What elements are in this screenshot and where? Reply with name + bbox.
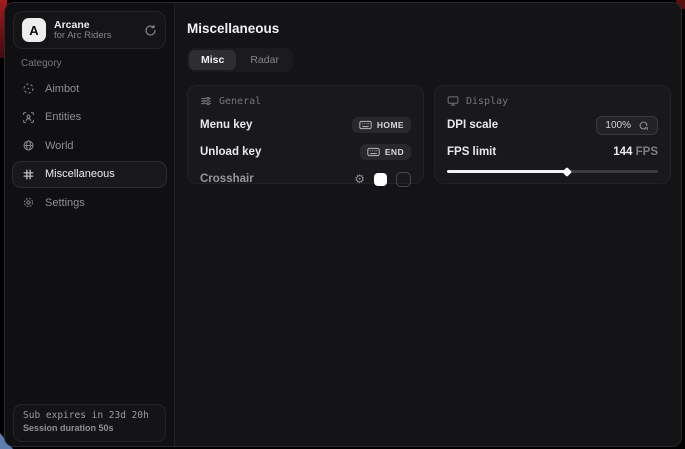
display-card: Display DPI scale 100% FPS limit — [434, 85, 671, 184]
app-title: Arcane — [54, 19, 136, 31]
target-icon — [22, 82, 35, 95]
app-window: A Arcane for Arc Riders Category — [4, 2, 682, 447]
page-title: Miscellaneous — [187, 21, 671, 36]
fps-limit-label: FPS limit — [447, 146, 496, 158]
fps-slider[interactable] — [447, 170, 658, 173]
unload-key-label: Unload key — [200, 146, 261, 158]
globe-icon — [22, 139, 35, 152]
crosshair-color-swatch[interactable] — [374, 173, 387, 186]
crosshair-label: Crosshair — [200, 173, 254, 185]
sidebar-item-label: Aimbot — [45, 83, 79, 95]
fps-slider-fill — [447, 170, 567, 173]
fps-unit: FPS — [636, 146, 658, 158]
sidebar-item-label: Entities — [45, 111, 81, 123]
sync-icon[interactable] — [144, 24, 157, 37]
subscription-status-box: Sub expires in 23d 20h Session duration … — [13, 404, 166, 442]
entities-icon — [22, 111, 35, 124]
general-card: General Menu key HOME Unload key — [187, 85, 424, 184]
sidebar-item-miscellaneous[interactable]: Miscellaneous — [12, 161, 167, 188]
gear-icon — [22, 196, 35, 209]
fps-value: 144 FPS — [613, 146, 658, 158]
dpi-scale-row: DPI scale 100% — [447, 116, 658, 134]
sidebar-item-label: World — [45, 140, 74, 152]
keyboard-icon — [359, 120, 372, 130]
menu-key-value: HOME — [377, 120, 404, 130]
app-subtitle: for Arc Riders — [54, 31, 136, 42]
menu-key-row: Menu key HOME — [200, 116, 411, 134]
category-label: Category — [21, 58, 174, 69]
crosshair-checkbox[interactable] — [396, 172, 411, 187]
crosshair-row: Crosshair ⚙ — [200, 170, 411, 188]
fps-slider-thumb[interactable] — [562, 167, 572, 177]
crosshair-settings-gear-icon[interactable]: ⚙ — [354, 173, 365, 185]
session-duration-text: Session duration 50s — [23, 423, 156, 433]
fps-limit-row: FPS limit 144 FPS — [447, 143, 658, 161]
refresh-icon — [638, 120, 649, 131]
dpi-scale-label: DPI scale — [447, 119, 498, 131]
sidebar-item-world[interactable]: World — [12, 132, 167, 159]
grid-icon — [22, 168, 35, 181]
unload-key-value: END — [385, 147, 404, 157]
main-content: Miscellaneous Misc Radar General — [175, 3, 682, 446]
sub-expiry-text: Sub expires in 23d 20h — [23, 410, 156, 421]
app-logo: A — [22, 18, 46, 42]
dpi-scale-select[interactable]: 100% — [596, 116, 658, 135]
sidebar-item-settings[interactable]: Settings — [12, 189, 167, 216]
dpi-scale-value: 100% — [605, 120, 631, 131]
monitor-icon — [447, 95, 459, 107]
unload-key-button[interactable]: END — [360, 144, 411, 160]
sidebar-item-label: Miscellaneous — [45, 168, 115, 180]
tab-radar[interactable]: Radar — [238, 50, 291, 70]
sidebar-item-aimbot[interactable]: Aimbot — [12, 75, 167, 102]
sliders-icon — [200, 95, 212, 107]
tab-misc[interactable]: Misc — [189, 50, 236, 70]
app-header-card: A Arcane for Arc Riders — [13, 11, 166, 49]
menu-key-label: Menu key — [200, 119, 252, 131]
sidebar-item-label: Settings — [45, 197, 85, 209]
menu-key-button[interactable]: HOME — [352, 117, 411, 133]
sidebar: A Arcane for Arc Riders Category — [5, 3, 175, 446]
sidebar-nav: Aimbot Entities World — [5, 75, 174, 216]
keyboard-icon — [367, 147, 380, 157]
unload-key-row: Unload key END — [200, 143, 411, 161]
card-title: General — [219, 96, 261, 107]
tab-bar: Misc Radar — [187, 48, 293, 72]
card-title: Display — [466, 96, 508, 107]
sidebar-item-entities[interactable]: Entities — [12, 104, 167, 131]
